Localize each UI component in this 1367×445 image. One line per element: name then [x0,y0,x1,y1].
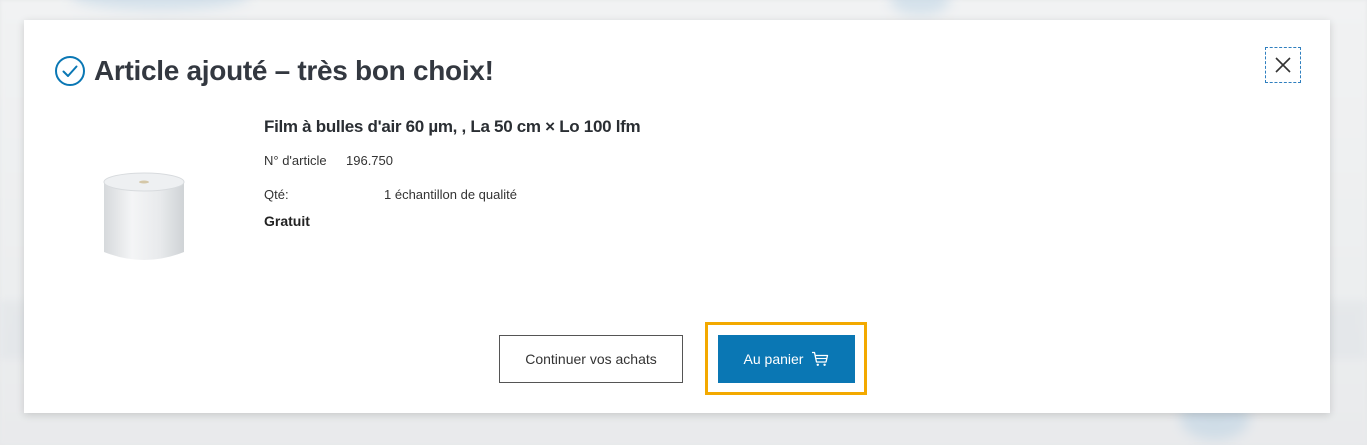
product-image [103,172,185,260]
background-blob [890,0,950,15]
close-button[interactable] [1265,47,1301,83]
quantity-label: Qté: [264,187,289,202]
continue-shopping-button[interactable]: Continuer vos achats [499,335,683,383]
price-free-label: Gratuit [264,213,310,229]
check-circle-icon [55,56,85,86]
article-number-label: N° d'article [264,153,327,168]
go-to-cart-label: Au panier [743,351,804,367]
cart-icon [812,351,829,366]
article-number-value: 196.750 [346,153,393,168]
modal-title: Article ajouté – très bon choix! [54,55,494,87]
product-name: Film à bulles d'air 60 µm, , La 50 cm × … [264,117,641,136]
added-to-cart-modal: Article ajouté – très bon choix! Film à … [24,20,1330,413]
modal-title-text: Article ajouté – très bon choix! [94,55,494,86]
go-to-cart-button[interactable]: Au panier [718,335,855,383]
close-icon [1275,57,1291,73]
quantity-value: 1 échantillon de qualité [384,187,517,202]
background-blob [70,0,250,10]
